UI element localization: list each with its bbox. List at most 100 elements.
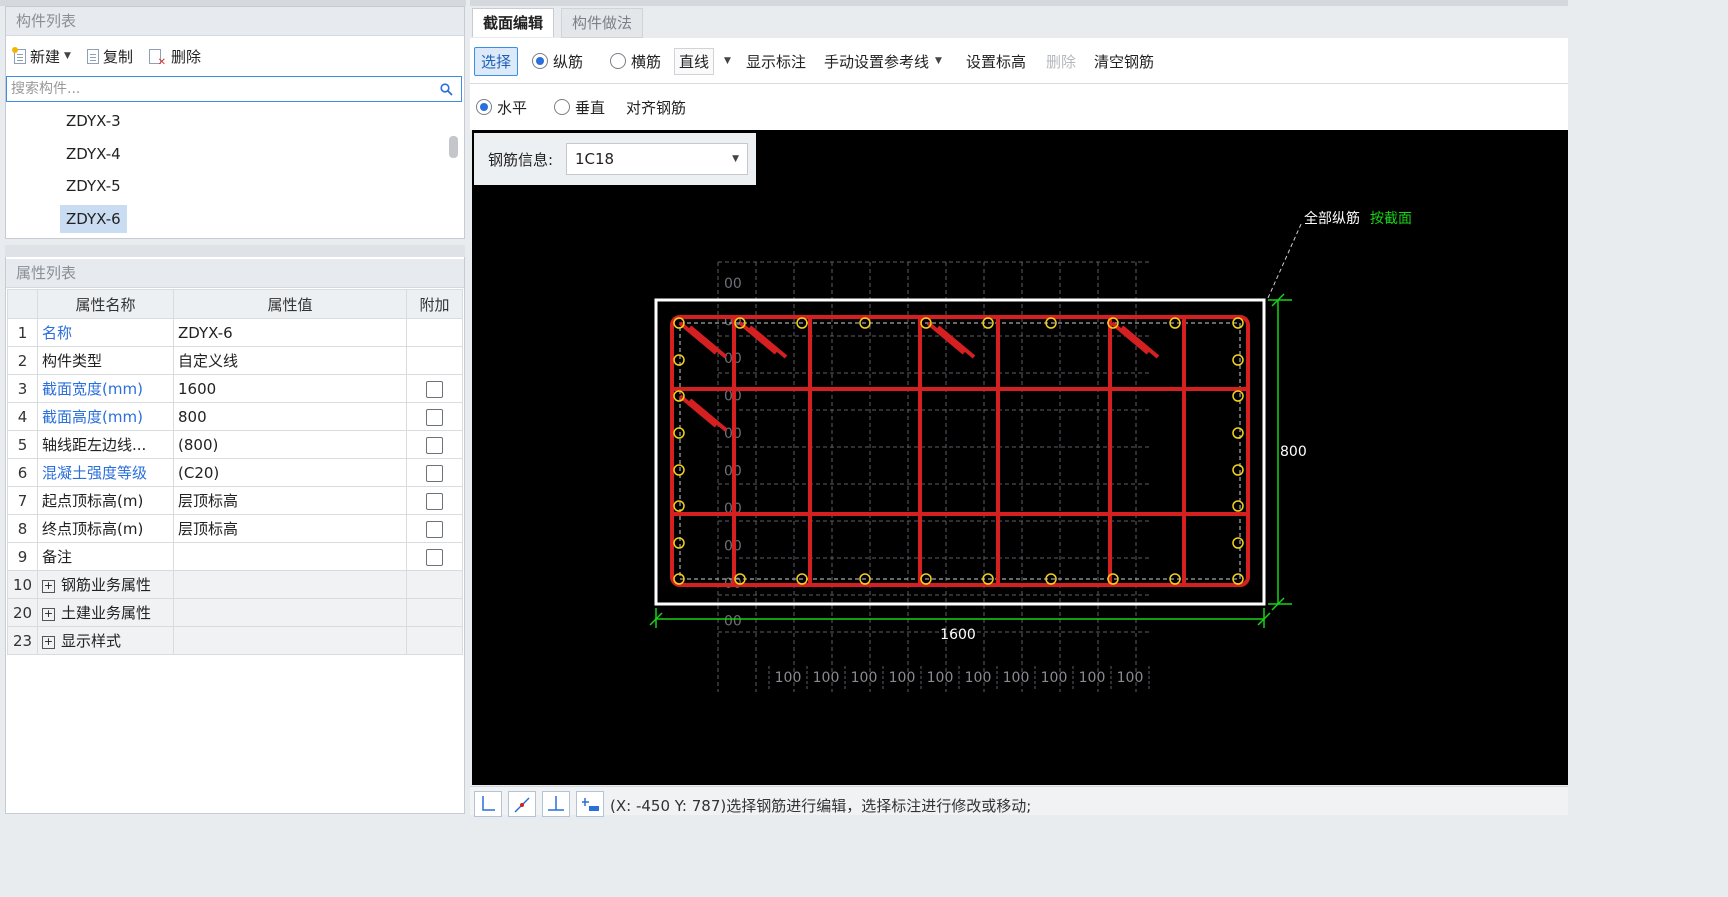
property-value[interactable]: (800) — [173, 430, 407, 459]
copy-button[interactable]: 复制 — [86, 46, 133, 67]
attach-checkbox[interactable] — [426, 436, 443, 454]
rebar-info-panel: 钢筋信息: 1C18 ▼ — [474, 133, 756, 185]
search-input[interactable] — [7, 77, 435, 101]
property-name[interactable]: 终点顶标高(m) — [37, 514, 174, 543]
snap-perp-icon[interactable] — [542, 791, 570, 817]
column-header-num — [7, 289, 38, 319]
line-type-dropdown[interactable]: 直线 ▼ — [674, 38, 731, 84]
table-row[interactable]: 4 截面高度(mm) 800 — [7, 402, 463, 431]
table-row-group[interactable]: 23 + 显示样式 — [7, 626, 463, 655]
expand-icon[interactable]: + — [42, 580, 55, 593]
property-name[interactable]: 构件类型 — [37, 346, 174, 375]
grid-label-bottom: 100 — [813, 670, 840, 686]
search-icon[interactable] — [440, 83, 453, 96]
property-value[interactable] — [173, 570, 407, 599]
table-row-group[interactable]: 10 + 钢筋业务属性 — [7, 570, 463, 599]
property-value[interactable]: ZDYX-6 — [173, 318, 407, 347]
longitudinal-bar-node — [673, 537, 685, 549]
new-button[interactable]: 新建 ▼ — [12, 46, 71, 67]
manual-ref-line-button[interactable]: 手动设置参考线 ▼ — [824, 38, 942, 84]
property-list-title: 属性列表 — [6, 259, 464, 288]
row-number: 1 — [7, 318, 38, 347]
show-annotation-button[interactable]: 显示标注 — [746, 38, 806, 84]
component-search-field[interactable] — [6, 76, 462, 102]
section-canvas[interactable]: 0000000000000000000010010010010010010010… — [472, 130, 1568, 785]
table-row[interactable]: 8 终点顶标高(m) 层顶标高 — [7, 514, 463, 543]
property-value[interactable]: 1600 — [173, 374, 407, 403]
select-button[interactable]: 选择 — [474, 46, 519, 76]
horizontal-radio[interactable]: 水平 — [476, 84, 527, 130]
attach-checkbox[interactable] — [426, 492, 443, 510]
property-name[interactable]: 备注 — [37, 542, 174, 571]
property-value[interactable]: 自定义线 — [173, 346, 407, 375]
property-extra — [406, 374, 463, 403]
table-row[interactable]: 3 截面宽度(mm) 1600 — [7, 374, 463, 403]
list-item[interactable]: ZDYX-5 — [60, 172, 127, 200]
table-row[interactable]: 5 轴线距左边线... (800) — [7, 430, 463, 459]
table-row-group[interactable]: 20 + 土建业务属性 — [7, 598, 463, 627]
list-item-selected[interactable]: ZDYX-6 — [60, 205, 127, 233]
property-value[interactable]: 层顶标高 — [173, 486, 407, 515]
grid-label-bottom: 100 — [851, 670, 878, 686]
transverse-radio[interactable]: 横筋 — [610, 38, 661, 84]
set-elevation-button[interactable]: 设置标高 — [966, 38, 1026, 84]
radio-off-icon — [610, 53, 626, 69]
expand-icon[interactable]: + — [42, 636, 55, 649]
property-name[interactable]: 截面宽度(mm) — [37, 374, 174, 403]
snap-ortho-icon[interactable] — [474, 791, 502, 817]
attach-checkbox[interactable] — [426, 520, 443, 538]
snap-grid-icon[interactable] — [576, 791, 604, 817]
property-name[interactable]: 混凝土强度等级 — [37, 458, 174, 487]
vertical-radio[interactable]: 垂直 — [554, 84, 605, 130]
delete-rebar-button[interactable]: 删除 — [1046, 38, 1076, 84]
property-name[interactable]: 名称 — [37, 318, 174, 347]
property-name[interactable]: 截面高度(mm) — [37, 402, 174, 431]
property-extra — [406, 402, 463, 431]
longitudinal-bar-node — [673, 464, 685, 476]
list-scrollbar-thumb[interactable] — [449, 136, 458, 158]
tab-section-edit[interactable]: 截面编辑 — [472, 8, 555, 37]
table-row[interactable]: 7 起点顶标高(m) 层顶标高 — [7, 486, 463, 515]
property-value[interactable] — [173, 626, 407, 655]
property-value[interactable]: (C20) — [173, 458, 407, 487]
column-header-value: 属性值 — [173, 289, 407, 319]
table-row[interactable]: 1 名称 ZDYX-6 — [7, 318, 463, 347]
table-row[interactable]: 9 备注 — [7, 542, 463, 571]
longitudinal-bar-node — [1232, 500, 1244, 512]
list-item[interactable]: ZDYX-4 — [60, 140, 127, 168]
grid-label-bottom: 100 — [927, 670, 954, 686]
attach-checkbox[interactable] — [426, 380, 443, 398]
grid-label-left: 00 — [724, 276, 742, 292]
property-value[interactable] — [173, 542, 407, 571]
list-item[interactable]: ZDYX-3 — [60, 107, 127, 135]
property-name[interactable]: 起点顶标高(m) — [37, 486, 174, 515]
rebar-hook — [688, 398, 728, 432]
delete-button[interactable]: 删除 — [148, 46, 201, 68]
radio-on-icon — [476, 99, 492, 115]
property-name[interactable]: 轴线距左边线... — [37, 430, 174, 459]
table-row[interactable]: 2 构件类型 自定义线 — [7, 346, 463, 375]
align-rebar-button[interactable]: 对齐钢筋 — [626, 84, 686, 130]
expand-icon[interactable]: + — [42, 608, 55, 621]
attach-checkbox[interactable] — [426, 408, 443, 426]
attach-checkbox[interactable] — [426, 464, 443, 482]
clear-rebar-button[interactable]: 清空钢筋 — [1094, 38, 1154, 84]
section-drawing[interactable]: 0000000000000000000010010010010010010010… — [472, 130, 1568, 785]
snap-line-icon[interactable] — [508, 791, 536, 817]
property-name[interactable]: + 显示样式 — [37, 626, 174, 655]
property-value[interactable] — [173, 598, 407, 627]
attach-checkbox[interactable] — [426, 548, 443, 566]
row-number: 7 — [7, 486, 38, 515]
property-value[interactable]: 层顶标高 — [173, 514, 407, 543]
tab-component-method[interactable]: 构件做法 — [561, 8, 644, 38]
table-row[interactable]: 6 混凝土强度等级 (C20) — [7, 458, 463, 487]
height-dimension-label: 800 — [1280, 444, 1307, 460]
longitudinal-radio[interactable]: 纵筋 — [532, 38, 583, 84]
rebar-info-select[interactable]: 1C18 ▼ — [566, 143, 748, 175]
property-value[interactable]: 800 — [173, 402, 407, 431]
property-name[interactable]: + 钢筋业务属性 — [37, 570, 174, 599]
property-extra — [406, 430, 463, 459]
chevron-down-icon[interactable]: ▼ — [64, 51, 71, 61]
property-extra — [406, 486, 463, 515]
property-name[interactable]: + 土建业务属性 — [37, 598, 174, 627]
